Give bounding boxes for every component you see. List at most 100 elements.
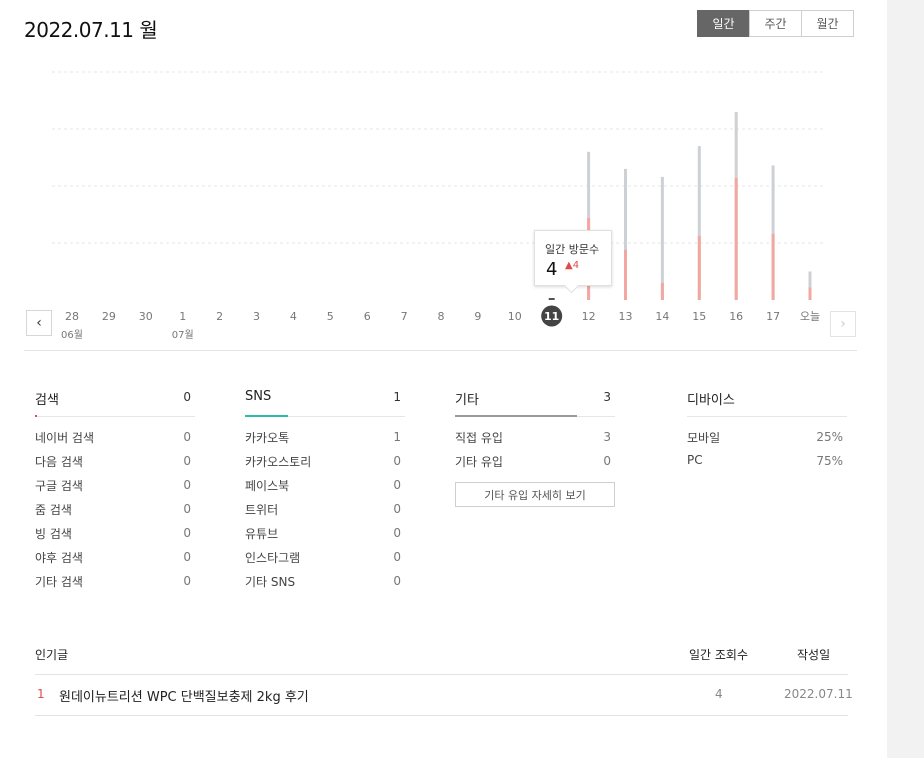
visitor-chart: 28 29 30 1 2 3 4 5 6 7 8 9 10 11 12 13 14 15 16 17 오늘06월 07월 [52, 71, 824, 341]
stats-search-share-bar [35, 415, 37, 417]
stats-device-header: 디바이스 [687, 386, 847, 417]
stat-value: 0 [183, 502, 191, 516]
stat-row: 다음 검색 0 [35, 453, 195, 477]
stat-value: 1 [393, 430, 401, 444]
stat-label: 기타 검색 [35, 575, 83, 589]
stat-value: 0 [393, 502, 401, 516]
stats-device: 디바이스 모바일 25% PC 75% [687, 386, 847, 477]
stat-label: 기타 SNS [245, 575, 296, 589]
stat-label: 카카오스토리 [245, 455, 312, 469]
chart-tooltip: 일간 방문수 4 ▲4 [534, 230, 612, 294]
chart-month-label: 07월 [172, 329, 194, 341]
stat-value: 0 [183, 454, 191, 468]
chart-x-tick-label: 30 [139, 310, 153, 323]
stat-row: 유튜브 0 [245, 525, 405, 549]
chart-x-tick-label: 12 [582, 310, 596, 323]
chart-x-tick-label: 14 [655, 310, 669, 323]
tooltip-value: 4 [546, 259, 558, 280]
stat-value: 0 [393, 454, 401, 468]
stat-row: 모바일 25% [687, 429, 847, 453]
stat-row: 빙 검색 0 [35, 525, 195, 549]
stat-row: 카카오스토리 0 [245, 453, 405, 477]
stat-value: 0 [183, 430, 191, 444]
stat-value: 0 [183, 526, 191, 540]
stat-row: 카카오톡 1 [245, 429, 405, 453]
chart-x-tick-label: 11 [544, 310, 559, 323]
stat-value: 0 [183, 478, 191, 492]
stat-row: 네이버 검색 0 [35, 429, 195, 453]
stat-label: 페이스북 [245, 479, 290, 493]
stat-row: 트위터 0 [245, 501, 405, 525]
post-rank: 1 [37, 687, 45, 701]
chart-x-tick-label: 28 [65, 310, 79, 323]
stats-search-total: 0 [183, 390, 191, 404]
stat-label: 다음 검색 [35, 455, 83, 469]
stat-row: 직접 유입 3 [455, 429, 615, 453]
chart-bar-part [771, 233, 775, 300]
stat-row: 페이스북 0 [245, 477, 405, 501]
stat-label: PC [687, 453, 703, 467]
chart-x-tick-label: 10 [508, 310, 522, 323]
stat-row: 야후 검색 0 [35, 549, 195, 573]
chart-x-tick-label: 3 [253, 310, 260, 323]
tooltip-delta: ▲4 [565, 260, 580, 271]
stats-etc-header: 기타 3 [455, 386, 615, 417]
chart-bar-total [660, 176, 664, 300]
stats-device-title: 디바이스 [687, 393, 735, 408]
chart-x-tick-label: 6 [364, 310, 371, 323]
stat-label: 카카오톡 [245, 431, 290, 445]
post-date: 2022.07.11 [784, 687, 853, 701]
stat-value: 0 [393, 550, 401, 564]
popular-row: 1 원데이뉴트리션 WPC 단백질보충제 2kg 후기 4 2022.07.11 [35, 675, 853, 716]
stat-row: 기타 검색 0 [35, 573, 195, 597]
stat-row: 기타 SNS 0 [245, 573, 405, 597]
chevron-left-icon: ‹ [36, 315, 42, 331]
stat-label: 줌 검색 [35, 503, 72, 517]
chart-month-label: 06월 [61, 329, 83, 341]
prev-period-button[interactable]: ‹ [26, 310, 52, 336]
stat-value: 25% [816, 430, 843, 444]
stats-etc: 기타 3 직접 유입 3 기타 유입 0 [455, 386, 615, 477]
stats-etc-share-bar [455, 415, 577, 417]
stat-label: 유튜브 [245, 527, 279, 541]
chart-bar-part [808, 287, 812, 300]
stats-search-header: 검색 0 [35, 386, 195, 417]
chart-x-tick-label: 7 [401, 310, 408, 323]
section-divider [24, 350, 857, 351]
etc-detail-button[interactable]: 기타 유입 자세히 보기 [455, 482, 615, 507]
stats-sns-total: 1 [393, 390, 401, 404]
stat-value: 0 [183, 550, 191, 564]
chart-x-tick-label: 29 [102, 310, 116, 323]
stats-etc-total: 3 [603, 390, 611, 404]
next-period-button[interactable]: › [830, 311, 856, 337]
popular-header: 인기글 일간 조회수 작성일 [35, 636, 848, 675]
stat-value: 0 [393, 574, 401, 588]
stat-value: 3 [603, 430, 611, 444]
stat-label: 기타 유입 [455, 455, 503, 469]
stat-label: 인스타그램 [245, 551, 301, 565]
stats-sns: SNS 1 카카오톡 1 카카오스토리 0 페이스북 0 트위터 0 유튜브 0 인스타그… [245, 386, 405, 597]
chart-x-tick-label: 17 [766, 310, 780, 323]
chevron-right-icon: › [840, 316, 846, 332]
stat-label: 구글 검색 [35, 479, 83, 493]
chart-x-tick-label: 1 [179, 310, 186, 323]
post-title-link[interactable]: 원데이뉴트리션 WPC 단백질보충제 2kg 후기 [59, 686, 309, 705]
chart-x-tick-label: 16 [729, 310, 743, 323]
stat-value: 75% [816, 454, 843, 468]
stats-search-title: 검색 [35, 393, 59, 408]
stat-row: PC 75% [687, 453, 847, 477]
stat-label: 직접 유입 [455, 431, 503, 445]
chart-x-tick-label: 4 [290, 310, 297, 323]
stat-row: 기타 유입 0 [455, 453, 615, 477]
post-views: 4 [715, 687, 723, 701]
stats-etc-title: 기타 [455, 393, 479, 408]
popular-title: 인기글 [35, 648, 69, 662]
stat-row: 줌 검색 0 [35, 501, 195, 525]
stats-sns-header: SNS 1 [245, 386, 405, 417]
stat-label: 네이버 검색 [35, 431, 95, 445]
chart-x-tick-label: 오늘 [800, 310, 820, 323]
chart-x-tick-label: 8 [438, 310, 445, 323]
stat-value: 0 [393, 526, 401, 540]
stat-value: 0 [603, 454, 611, 468]
chart-bar-part [660, 282, 664, 300]
